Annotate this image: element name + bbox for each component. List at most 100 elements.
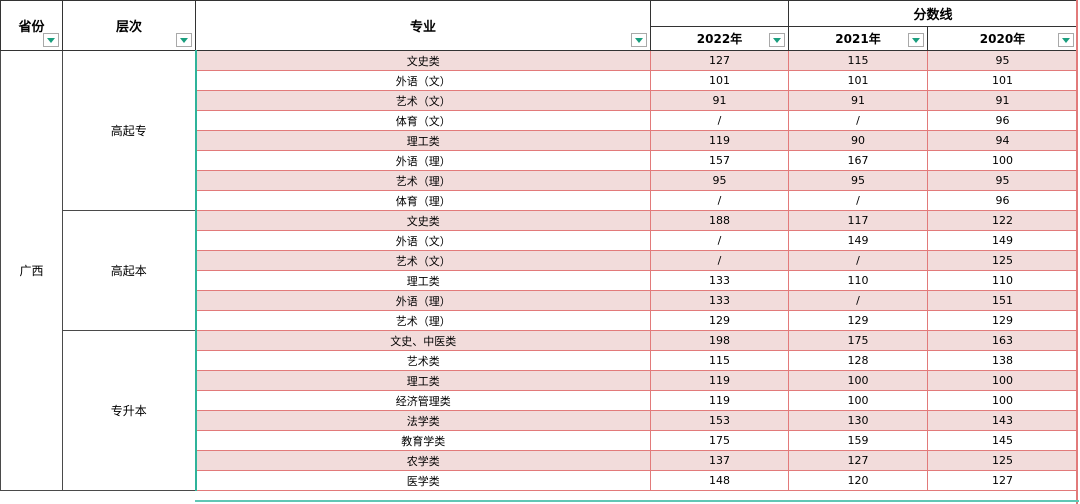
score-2020-cell[interactable]: 145 [927,430,1078,451]
major-cell[interactable]: 文史类 [194,210,651,231]
score-2021-cell[interactable]: 149 [788,230,928,251]
major-cell[interactable]: 艺术类 [194,350,651,371]
score-2020-cell[interactable]: 96 [927,110,1078,131]
score-2021-cell[interactable]: 90 [788,130,928,151]
major-cell[interactable]: 农学类 [194,450,651,471]
major-cell[interactable]: 理工类 [194,130,651,151]
major-cell[interactable]: 外语（理） [194,290,651,311]
score-2021-cell[interactable]: 91 [788,90,928,111]
level-cell[interactable]: 高起专 [62,50,196,211]
score-2022-cell[interactable]: 133 [650,290,789,311]
score-2021-cell[interactable]: 159 [788,430,928,451]
filter-dropdown-icon[interactable] [43,33,59,47]
filter-dropdown-icon[interactable] [769,33,785,47]
score-2022-cell[interactable]: 115 [650,350,789,371]
score-2020-cell[interactable]: 149 [927,230,1078,251]
score-2022-cell[interactable]: 148 [650,470,789,491]
major-cell[interactable]: 艺术（理） [194,170,651,191]
score-2022-cell[interactable]: 129 [650,310,789,331]
score-2021-cell[interactable]: 95 [788,170,928,191]
score-2021-cell[interactable]: / [788,250,928,271]
major-cell[interactable]: 文史类 [194,50,651,71]
score-2020-cell[interactable]: 94 [927,130,1078,151]
major-cell[interactable]: 外语（文） [194,70,651,91]
score-2021-cell[interactable]: / [788,290,928,311]
filter-dropdown-icon[interactable] [1058,33,1074,47]
score-2022-cell[interactable]: 119 [650,370,789,391]
score-2020-cell[interactable]: 100 [927,370,1078,391]
score-2020-cell[interactable]: 122 [927,210,1078,231]
score-2022-cell[interactable]: / [650,110,789,131]
score-2022-cell[interactable]: 153 [650,410,789,431]
major-cell[interactable]: 外语（理） [194,150,651,171]
score-2020-cell[interactable]: 100 [927,390,1078,411]
score-2022-cell[interactable]: 188 [650,210,789,231]
filter-dropdown-icon[interactable] [908,33,924,47]
filter-dropdown-icon[interactable] [631,33,647,47]
score-2021-cell[interactable]: 110 [788,270,928,291]
major-cell[interactable]: 艺术（文） [194,250,651,271]
major-cell[interactable]: 经济管理类 [194,390,651,411]
major-cell[interactable]: 体育（文） [194,110,651,131]
score-2022-cell[interactable]: / [650,230,789,251]
major-cell[interactable]: 文史、中医类 [194,330,651,351]
major-cell[interactable]: 外语（文） [194,230,651,251]
score-2021-cell[interactable]: / [788,190,928,211]
score-2022-cell[interactable]: 198 [650,330,789,351]
score-2022-cell[interactable]: 119 [650,390,789,411]
score-2021-cell[interactable]: / [788,110,928,131]
score-2020-cell[interactable]: 100 [927,150,1078,171]
score-2020-cell[interactable]: 95 [927,170,1078,191]
score-2021-cell[interactable]: 129 [788,310,928,331]
major-cell[interactable]: 理工类 [194,270,651,291]
score-2020-cell[interactable]: 138 [927,350,1078,371]
score-2021-cell[interactable]: 100 [788,390,928,411]
score-2020-cell[interactable]: 125 [927,450,1078,471]
score-2022-cell[interactable]: 175 [650,430,789,451]
major-cell[interactable]: 艺术（文） [194,90,651,111]
score-2022-cell[interactable]: / [650,250,789,271]
score-2022-cell[interactable]: 133 [650,270,789,291]
score-2020-cell[interactable]: 91 [927,90,1078,111]
score-2020-cell[interactable]: 129 [927,310,1078,331]
score-2021-cell[interactable]: 101 [788,70,928,91]
major-cell[interactable]: 教育学类 [194,430,651,451]
level-cell[interactable]: 专升本 [62,330,196,491]
score-2021-cell[interactable]: 117 [788,210,928,231]
score-2021-cell[interactable]: 127 [788,450,928,471]
level-cell[interactable]: 高起本 [62,210,196,331]
score-2020-cell[interactable]: 96 [927,190,1078,211]
score-2022-cell[interactable]: / [650,190,789,211]
score-2020-cell[interactable]: 127 [927,470,1078,491]
major-cell[interactable]: 法学类 [194,410,651,431]
score-2020-cell[interactable]: 143 [927,410,1078,431]
score-2022-cell[interactable]: 119 [650,130,789,151]
major-cell[interactable]: 艺术（理） [194,310,651,331]
score-2021-cell[interactable]: 175 [788,330,928,351]
score-2021-cell[interactable]: 167 [788,150,928,171]
score-2021-cell[interactable]: 128 [788,350,928,371]
score-2020-cell[interactable]: 163 [927,330,1078,351]
score-2021-cell[interactable]: 120 [788,470,928,491]
score-2022-cell[interactable]: 101 [650,70,789,91]
score-2021-cell[interactable]: 115 [788,50,928,71]
score-2022-cell[interactable]: 157 [650,150,789,171]
province-cell[interactable]: 广西 [0,50,63,491]
score-2020-cell[interactable]: 110 [927,270,1078,291]
spreadsheet: 省份 层次 专业 分数线 2022年 2021年 2020年 广西 高起专 文史… [0,0,1080,504]
score-2022-cell[interactable]: 95 [650,170,789,191]
filter-dropdown-icon[interactable] [176,33,192,47]
major-cell[interactable]: 理工类 [194,370,651,391]
score-2020-cell[interactable]: 125 [927,250,1078,271]
score-2020-cell[interactable]: 95 [927,50,1078,71]
score-2021-cell[interactable]: 100 [788,370,928,391]
score-2020-cell[interactable]: 101 [927,70,1078,91]
major-cell[interactable]: 医学类 [194,470,651,491]
score-2021-cell[interactable]: 130 [788,410,928,431]
score-2022-cell[interactable]: 127 [650,50,789,71]
major-cell[interactable]: 体育（理） [194,190,651,211]
score-2022-cell[interactable]: 137 [650,450,789,471]
score-2022-cell[interactable]: 91 [650,90,789,111]
header-score-blank [650,0,789,27]
score-2020-cell[interactable]: 151 [927,290,1078,311]
